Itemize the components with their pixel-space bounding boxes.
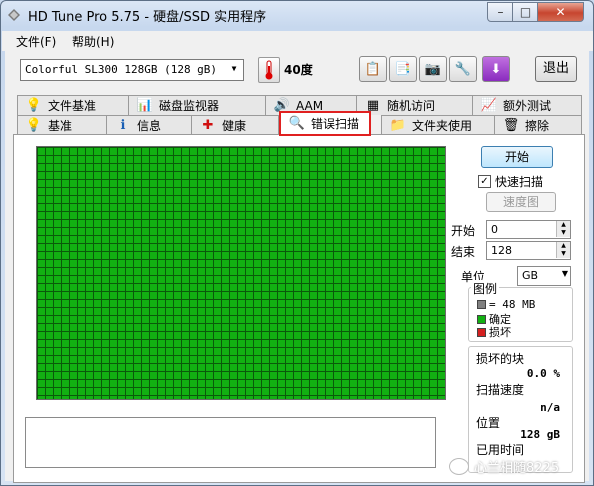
screenshot-button[interactable]: 📷	[419, 56, 447, 82]
error-scan-panel: 开始 ✓ 快速扫描 速度图 开始 0 ▲ ▼ 结束 128 ▲ ▼ 单位 GB …	[13, 134, 585, 483]
tab-benchmark[interactable]: 💡 基准	[17, 115, 107, 135]
start-position-field[interactable]: 0 ▲ ▼	[486, 220, 571, 239]
spin-up-icon[interactable]: ▲	[556, 242, 570, 250]
health-icon: ✚	[202, 118, 214, 133]
tab-info[interactable]: ℹ 信息	[106, 115, 192, 135]
tab-label: 文件夹使用	[412, 119, 473, 133]
speed-map-button[interactable]: 速度图	[486, 192, 556, 212]
camera-icon: 📷	[424, 61, 442, 77]
menu-bar: 文件(F) 帮助(H)	[2, 31, 593, 51]
trash-icon: 🗑	[502, 118, 520, 133]
spin-down-icon[interactable]: ▼	[556, 250, 570, 258]
watermark-text: 心兰相随8225	[474, 461, 560, 476]
drive-select[interactable]: Colorful SL300 128GB (128 gB) ▼	[20, 59, 244, 81]
window-title: HD Tune Pro 5.75 - 硬盘/SSD 实用程序	[28, 10, 267, 25]
exit-button[interactable]: 退出	[535, 56, 577, 82]
damaged-block-swatch	[477, 327, 486, 337]
copy-text-icon: 📋	[364, 61, 382, 77]
scan-block-map	[36, 146, 446, 400]
maximize-button[interactable]: □	[512, 2, 539, 22]
elapsed-time-label: 已用时间	[476, 443, 525, 457]
tab-label: 健康	[222, 119, 247, 133]
menu-file[interactable]: 文件(F)	[16, 33, 56, 50]
tab-extra-tests[interactable]: 📈 额外测试	[472, 95, 582, 115]
end-position-field[interactable]: 128 ▲ ▼	[486, 241, 571, 260]
tab-label: 擦除	[525, 119, 550, 133]
tab-folder-usage[interactable]: 📁 文件夹使用	[381, 115, 495, 135]
client-area: Colorful SL300 128GB (128 gB) ▼ 40度 📋 📑 …	[5, 51, 589, 483]
unit-select[interactable]: GB ▼	[517, 266, 571, 286]
options-button[interactable]: 🔧	[449, 56, 477, 82]
quick-scan-checkbox[interactable]: ✓ 快速扫描	[478, 173, 543, 190]
copy-text-button[interactable]: 📋	[359, 56, 387, 82]
scan-log-box[interactable]	[25, 417, 436, 468]
end-position-value: 128	[491, 244, 512, 257]
info-icon: ℹ	[120, 118, 126, 133]
quick-scan-label: 快速扫描	[495, 175, 544, 189]
tab-health[interactable]: ✚ 健康	[191, 115, 279, 135]
folder-icon: 📁	[389, 118, 407, 133]
chevron-down-icon: ▼	[231, 64, 237, 73]
unknown-block-swatch	[477, 300, 486, 309]
position-value: 128 gB	[520, 428, 560, 441]
tab-file-benchmark[interactable]: 💡 文件基准	[17, 95, 129, 115]
tab-disk-monitor[interactable]: 📊 磁盘监视器	[128, 95, 266, 115]
thermometer-icon	[258, 57, 280, 83]
drive-select-value: Colorful SL300 128GB (128 gB)	[25, 63, 218, 76]
spin-up-icon[interactable]: ▲	[556, 221, 570, 229]
options-icon: 🔧	[454, 61, 472, 77]
chat-bubble-icon	[449, 458, 469, 475]
spin-down-icon[interactable]: ▼	[556, 229, 570, 237]
legend-block-size-text: = 48 MB	[489, 298, 536, 311]
unit-select-value: GB	[522, 269, 539, 282]
magnifier-icon: 🔍	[288, 116, 306, 131]
end-label: 结束	[451, 245, 476, 259]
tab-label: 磁盘监视器	[159, 99, 220, 113]
title-bar[interactable]: HD Tune Pro 5.75 - 硬盘/SSD 实用程序 – □ ✕	[1, 1, 593, 29]
tab-label: 额外测试	[503, 99, 552, 113]
scan-speed-label: 扫描速度	[476, 383, 525, 397]
checkmark-icon: ✓	[478, 175, 491, 188]
menu-help[interactable]: 帮助(H)	[72, 33, 114, 50]
ok-block-swatch	[477, 314, 486, 324]
chevron-down-icon: ▼	[561, 269, 568, 278]
tab-label: 文件基准	[48, 99, 97, 113]
tab-label: 随机访问	[387, 99, 436, 113]
start-label: 开始	[451, 224, 476, 238]
save-button[interactable]: ⬇	[482, 56, 510, 82]
file-benchmark-icon: 💡	[25, 98, 43, 113]
watermark: 心兰相随8225	[449, 457, 559, 476]
minimize-button[interactable]: –	[487, 2, 514, 22]
tab-random-access[interactable]: ▦ 随机访问	[356, 95, 473, 115]
close-button[interactable]: ✕	[537, 2, 584, 22]
benchmark-icon: 💡	[25, 118, 43, 133]
tab-label: 信息	[137, 119, 162, 133]
start-scan-button[interactable]: 开始	[481, 146, 553, 168]
damaged-blocks-value: 0.0 %	[526, 367, 560, 380]
damaged-blocks-label: 损坏的块	[476, 352, 525, 366]
app-window: HD Tune Pro 5.75 - 硬盘/SSD 实用程序 – □ ✕ 文件(…	[0, 0, 594, 486]
save-icon: ⬇	[490, 61, 502, 77]
legend-damaged: 损坏	[477, 324, 511, 340]
legend-title: 图例	[471, 280, 500, 297]
app-logo-icon	[8, 9, 20, 21]
disk-monitor-icon: 📊	[136, 98, 154, 113]
tab-label: 错误扫描	[311, 117, 360, 131]
tab-erase[interactable]: 🗑 擦除	[494, 115, 582, 135]
legend-damaged-text: 损坏	[489, 326, 511, 339]
scan-speed-value: n/a	[540, 401, 560, 414]
temperature-readout: 40度	[284, 63, 313, 77]
copy-screen-icon: 📑	[394, 61, 412, 77]
legend-block-size: = 48 MB	[477, 298, 535, 311]
extra-tests-icon: 📈	[480, 98, 498, 113]
start-position-value: 0	[491, 223, 498, 236]
copy-screen-button[interactable]: 📑	[389, 56, 417, 82]
tab-label: 基准	[48, 119, 73, 133]
tab-error-scan[interactable]: 🔍 错误扫描	[279, 111, 371, 136]
